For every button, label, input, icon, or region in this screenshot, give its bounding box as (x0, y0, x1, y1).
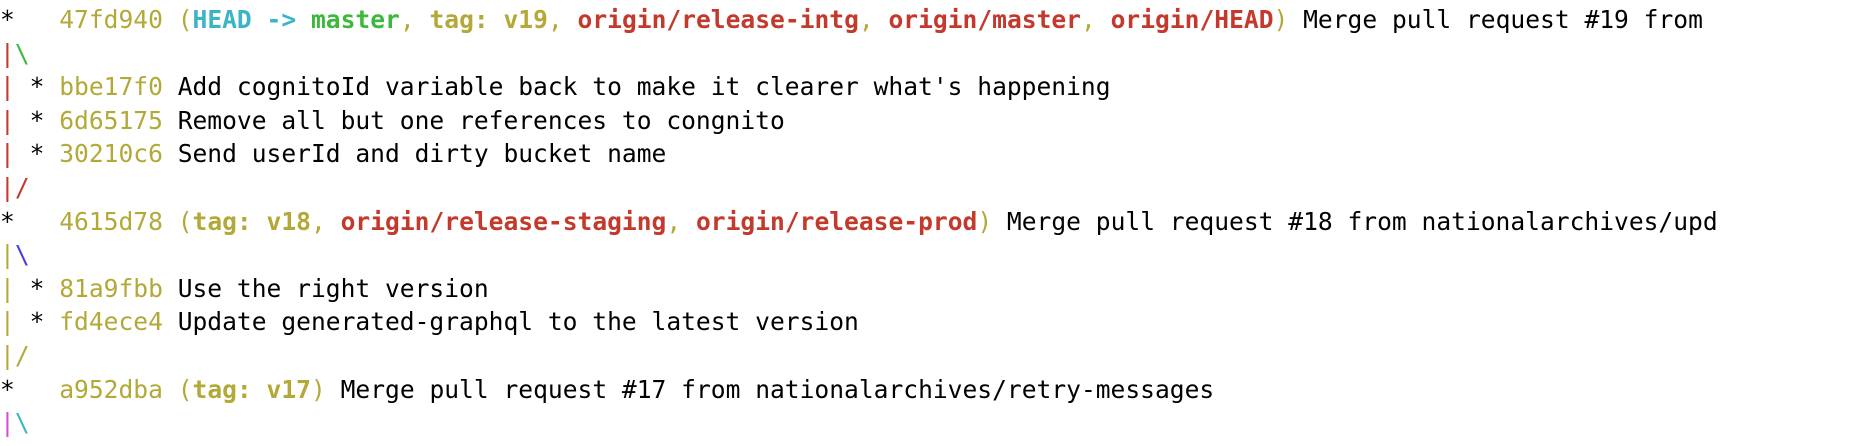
ref-punctuation: ) (1273, 5, 1289, 34)
commit-message: Send userId and dirty bucket name (162, 139, 667, 169)
commit-line: | * 30210c6 Send userId and dirty bucket… (0, 137, 1718, 171)
graph-line: |/ (0, 339, 1718, 373)
ref-punctuation: , (310, 206, 341, 236)
ref-punctuation: ( (177, 206, 193, 236)
commit-node: * (0, 374, 60, 404)
remote-ref: origin/HEAD (1110, 5, 1274, 34)
commit-line: * a952dba (tag: v17) Merge pull request … (0, 373, 1718, 407)
terminal-git-log-graph: * 47fd940 (HEAD -> master, tag: v19, ori… (0, 3, 1718, 440)
commit-message: Merge pull request #19 from (1288, 5, 1703, 34)
graph-edge: \ (14, 38, 30, 68)
branch-ref: master (310, 5, 400, 34)
graph-edge: / (14, 340, 30, 370)
tag-ref: tag: v18 (192, 206, 311, 236)
ref-punctuation: , (399, 5, 430, 34)
head-ref: HEAD -> (192, 5, 311, 34)
commit-node: * (14, 105, 60, 135)
commit-line: | * fd4ece4 Update generated-graphql to … (0, 305, 1718, 339)
remote-ref: origin/master (888, 5, 1082, 34)
commit-hash: a952dba (59, 374, 178, 404)
commit-message: Update generated-graphql to the latest v… (162, 307, 859, 337)
commit-line: * 47fd940 (HEAD -> master, tag: v19, ori… (0, 3, 1718, 37)
commit-hash: 81a9fbb (59, 273, 163, 303)
graph-line: |/ (0, 171, 1718, 205)
ref-punctuation: ) (977, 206, 993, 236)
ref-punctuation: ( (177, 5, 193, 34)
graph-line: |\ (0, 406, 1718, 440)
commit-node: * (0, 206, 60, 236)
graph-edge: | (0, 172, 15, 202)
commit-hash: 47fd940 (59, 5, 178, 34)
graph-edge: | (0, 38, 15, 68)
commit-hash: bbe17f0 (59, 72, 163, 102)
graph-edge: | (0, 240, 15, 270)
graph-edge: | (0, 72, 15, 102)
remote-ref: origin/release-intg (577, 5, 859, 34)
commit-line: * 4615d78 (tag: v18, origin/release-stag… (0, 205, 1718, 239)
ref-punctuation: , (858, 5, 889, 34)
remote-ref: origin/release-prod (695, 206, 978, 236)
commit-line: | * bbe17f0 Add cognitoId variable back … (0, 70, 1718, 104)
graph-line: |\ (0, 238, 1718, 272)
commit-node: * (14, 72, 60, 102)
ref-punctuation: , (1081, 5, 1111, 34)
commit-message: Merge pull request #18 from nationalarch… (992, 206, 1718, 236)
commit-message: Remove all but one references to congnit… (162, 105, 785, 135)
commit-hash: 4615d78 (59, 206, 178, 236)
commit-hash: fd4ece4 (59, 307, 163, 337)
commit-hash: 6d65175 (59, 105, 163, 135)
ref-punctuation: ) (310, 374, 326, 404)
commit-message: Merge pull request #17 from nationalarch… (325, 374, 1215, 404)
commit-node: * (14, 307, 60, 337)
graph-edge: | (0, 307, 15, 337)
commit-hash: 30210c6 (59, 139, 163, 169)
graph-edge: | (0, 273, 15, 303)
ref-punctuation: , (666, 206, 696, 236)
tag-ref: tag: v17 (192, 374, 311, 404)
tag-ref: tag: v19 (429, 5, 548, 34)
graph-edge: | (0, 139, 15, 169)
commit-node: * (14, 273, 60, 303)
commit-line: | * 6d65175 Remove all but one reference… (0, 104, 1718, 138)
commit-line: | * 81a9fbb Use the right version (0, 272, 1718, 306)
ref-punctuation: , (547, 5, 578, 34)
graph-edge: \ (14, 408, 30, 438)
graph-edge: | (0, 105, 15, 135)
commit-message: Use the right version (162, 273, 489, 303)
graph-edge: \ (14, 240, 30, 270)
graph-edge: | (0, 408, 15, 438)
remote-ref: origin/release-staging (340, 206, 667, 236)
commit-node: * (0, 5, 60, 34)
commit-message: Add cognitoId variable back to make it c… (162, 72, 1111, 102)
commit-node: * (14, 139, 60, 169)
graph-edge: / (14, 172, 30, 202)
ref-punctuation: ( (177, 374, 193, 404)
graph-line: |\ (0, 37, 1718, 71)
graph-edge: | (0, 340, 15, 370)
